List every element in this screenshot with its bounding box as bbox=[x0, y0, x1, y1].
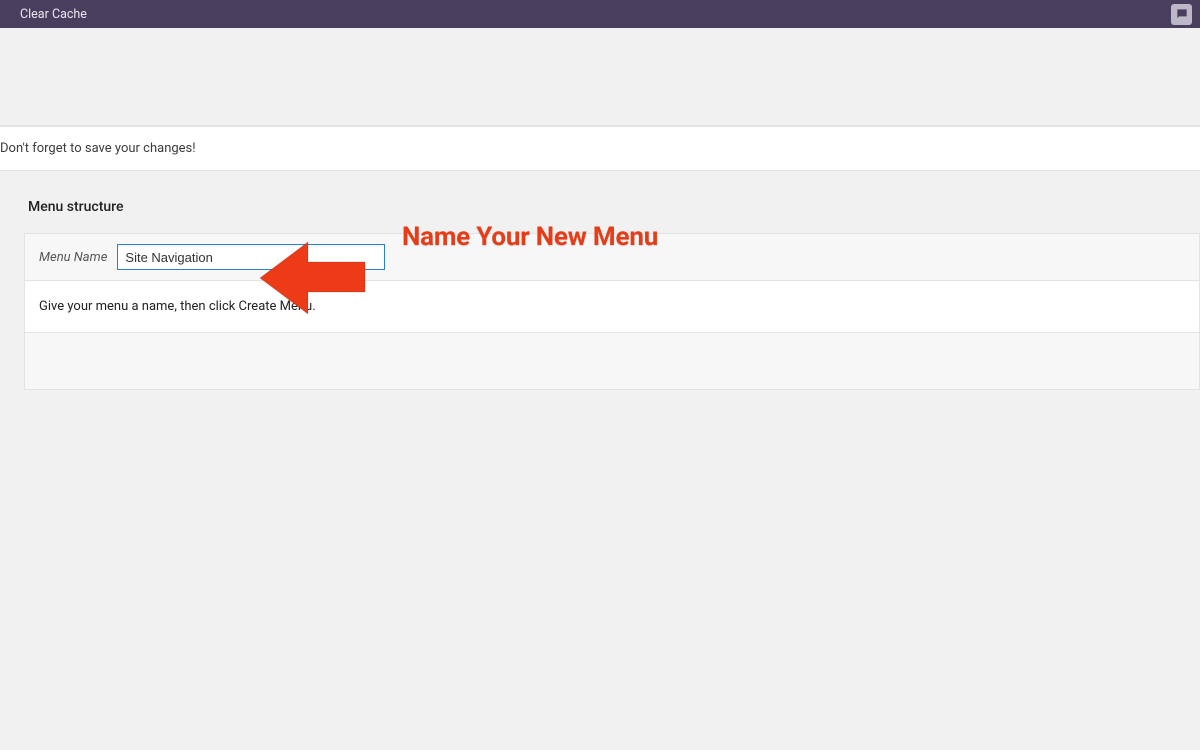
menu-structure-section: Menu structure Menu Name Give your menu … bbox=[0, 171, 1200, 390]
menu-instruction-body: Give your menu a name, then click Create… bbox=[25, 281, 1199, 333]
comments-icon[interactable] bbox=[1171, 4, 1192, 25]
menu-name-input[interactable] bbox=[117, 244, 385, 270]
save-changes-notice: Don't forget to save your changes! bbox=[0, 126, 1200, 171]
menu-name-label: Menu Name bbox=[39, 250, 107, 265]
menu-structure-panel: Menu Name Give your menu a name, then cl… bbox=[24, 233, 1200, 390]
admin-bar: Clear Cache bbox=[0, 0, 1200, 28]
save-changes-notice-text: Don't forget to save your changes! bbox=[0, 141, 196, 156]
menu-panel-footer bbox=[25, 333, 1199, 389]
annotation-title: Name Your New Menu bbox=[402, 222, 658, 252]
clear-cache-link[interactable]: Clear Cache bbox=[20, 7, 87, 22]
menu-instruction-text: Give your menu a name, then click Create… bbox=[39, 299, 316, 314]
header-blank-area bbox=[0, 28, 1200, 126]
